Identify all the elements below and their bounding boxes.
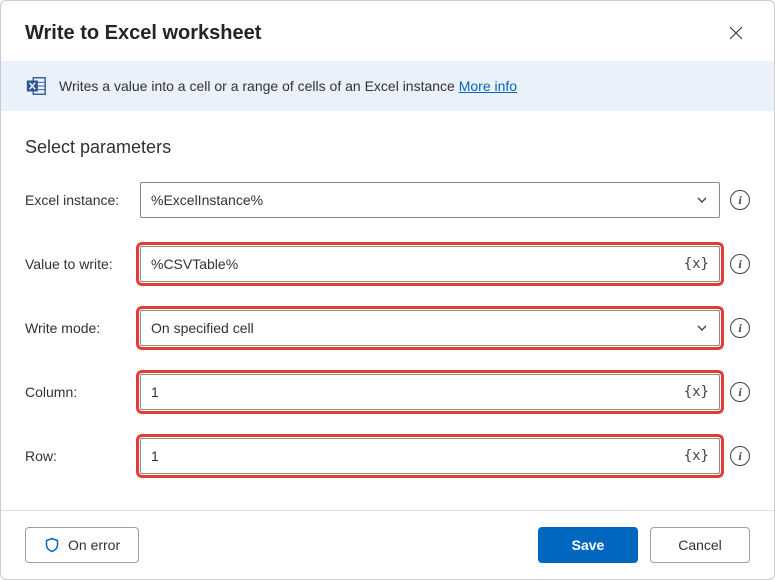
excel-instance-value: %ExcelInstance%: [151, 192, 695, 208]
variable-icon[interactable]: {x}: [684, 256, 709, 272]
chevron-down-icon: [695, 193, 709, 207]
info-icon[interactable]: i: [730, 318, 750, 338]
excel-instance-select[interactable]: %ExcelInstance%: [140, 182, 720, 218]
shield-icon: [44, 537, 60, 553]
close-icon: [728, 25, 744, 41]
row-value: 1: [151, 448, 684, 464]
info-icon[interactable]: i: [730, 446, 750, 466]
excel-icon: [25, 75, 47, 97]
dialog-footer: On error Save Cancel: [1, 510, 774, 579]
label-value-to-write: Value to write:: [25, 256, 140, 272]
on-error-label: On error: [68, 537, 120, 553]
info-text: Writes a value into a cell or a range of…: [59, 78, 517, 94]
section-title: Select parameters: [1, 111, 774, 168]
column-value: 1: [151, 384, 684, 400]
info-icon[interactable]: i: [730, 190, 750, 210]
chevron-down-icon: [695, 321, 709, 335]
more-info-link[interactable]: More info: [459, 78, 517, 94]
cancel-button[interactable]: Cancel: [650, 527, 750, 563]
label-write-mode: Write mode:: [25, 320, 140, 336]
value-to-write-input[interactable]: %CSVTable% {x}: [140, 246, 720, 282]
field-column: Column: 1 {x} i: [25, 360, 750, 424]
field-row: Row: 1 {x} i: [25, 424, 750, 488]
save-button[interactable]: Save: [538, 527, 638, 563]
write-mode-select[interactable]: On specified cell: [140, 310, 720, 346]
field-excel-instance: Excel instance: %ExcelInstance% i: [25, 168, 750, 232]
label-row: Row:: [25, 448, 140, 464]
variable-icon[interactable]: {x}: [684, 384, 709, 400]
info-icon[interactable]: i: [730, 382, 750, 402]
dialog-header: Write to Excel worksheet: [1, 1, 774, 61]
field-value-to-write: Value to write: %CSVTable% {x} i: [25, 232, 750, 296]
close-button[interactable]: [722, 19, 750, 47]
fields: Excel instance: %ExcelInstance% i Value …: [1, 168, 774, 510]
dialog-title: Write to Excel worksheet: [25, 22, 261, 45]
label-excel-instance: Excel instance:: [25, 192, 140, 208]
info-description: Writes a value into a cell or a range of…: [59, 78, 459, 94]
field-write-mode: Write mode: On specified cell i: [25, 296, 750, 360]
row-input[interactable]: 1 {x}: [140, 438, 720, 474]
write-mode-value: On specified cell: [151, 320, 695, 336]
info-bar: Writes a value into a cell or a range of…: [1, 61, 774, 111]
label-column: Column:: [25, 384, 140, 400]
cancel-label: Cancel: [678, 537, 722, 553]
on-error-button[interactable]: On error: [25, 527, 139, 563]
value-to-write-value: %CSVTable%: [151, 256, 684, 272]
info-icon[interactable]: i: [730, 254, 750, 274]
save-label: Save: [572, 537, 605, 553]
variable-icon[interactable]: {x}: [684, 448, 709, 464]
column-input[interactable]: 1 {x}: [140, 374, 720, 410]
